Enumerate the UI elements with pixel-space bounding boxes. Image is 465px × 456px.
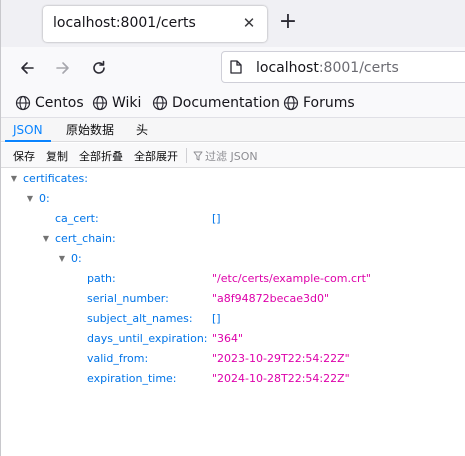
close-tab-icon[interactable]: ✕ — [239, 13, 259, 33]
bookmark-label: Wiki — [112, 95, 142, 111]
tab-raw-data[interactable]: 原始数据 — [58, 118, 122, 142]
globe-icon — [283, 95, 299, 111]
filter-json-input[interactable]: 过滤 JSON — [193, 148, 258, 164]
reload-button[interactable] — [86, 55, 112, 81]
tree-row-valid-from[interactable]: valid_from: "2023-10-29T22:54:22Z" — [1, 349, 465, 369]
json-value: "/etc/certs/example-com.crt" — [212, 272, 371, 285]
copy-button[interactable]: 复制 — [46, 148, 68, 164]
back-button[interactable] — [14, 55, 40, 81]
globe-icon — [92, 95, 108, 111]
json-key: valid_from: — [87, 352, 149, 365]
json-key: path: — [87, 272, 116, 285]
json-value: "2024-10-28T22:54:22Z" — [212, 372, 350, 385]
json-value: "2023-10-29T22:54:22Z" — [212, 352, 350, 365]
forward-arrow-icon — [56, 62, 69, 74]
tree-row-cert-chain[interactable]: ▼ cert_chain: — [1, 229, 465, 249]
expand-all-button[interactable]: 全部展开 — [134, 148, 178, 164]
tab-strip: localhost:8001/certs ✕ + — [1, 0, 465, 47]
tree-row-index-0[interactable]: ▼ 0: — [1, 189, 465, 209]
json-value: "364" — [212, 332, 244, 345]
bookmark-label: Forums — [303, 95, 355, 111]
nav-bar: localhost:8001/certs — [1, 47, 465, 88]
filter-placeholder: 过滤 JSON — [205, 150, 258, 163]
json-key: ca_cert: — [55, 212, 99, 225]
json-value: "a8f94872becae3d0" — [212, 292, 330, 305]
save-button[interactable]: 保存 — [13, 148, 35, 164]
expand-toggle-icon[interactable]: ▼ — [25, 189, 35, 209]
page-icon — [230, 60, 242, 74]
filter-icon — [193, 151, 203, 161]
bookmark-label: Documentation — [172, 95, 280, 111]
browser-tab[interactable]: localhost:8001/certs ✕ — [43, 6, 267, 42]
json-key: certificates: — [23, 172, 88, 185]
json-key: 0: — [39, 192, 50, 205]
bookmarks-bar: Centos Wiki Documentation Forums — [1, 88, 465, 118]
json-tree: ▼ certificates: ▼ 0: ca_cert: [] ▼ cert_… — [1, 168, 465, 456]
json-key: serial_number: — [87, 292, 169, 305]
expand-toggle-icon[interactable]: ▼ — [57, 249, 67, 269]
url-bar[interactable]: localhost:8001/certs — [221, 51, 465, 83]
json-key: 0: — [71, 252, 82, 265]
bookmark-forums[interactable]: Forums — [283, 93, 355, 113]
tree-row-chain-index-0[interactable]: ▼ 0: — [1, 249, 465, 269]
collapse-all-button[interactable]: 全部折叠 — [79, 148, 123, 164]
browser-window: localhost:8001/certs ✕ + localhost:8001/… — [0, 0, 465, 456]
globe-icon — [15, 95, 31, 111]
tree-row-expiration-time[interactable]: expiration_time: "2024-10-28T22:54:22Z" — [1, 369, 465, 389]
tree-row-days-until-expiration[interactable]: days_until_expiration: "364" — [1, 329, 465, 349]
expand-toggle-icon[interactable]: ▼ — [9, 169, 19, 189]
json-key: cert_chain: — [55, 232, 116, 245]
viewer-tabs: JSON 原始数据 头 — [1, 118, 465, 142]
viewer-toolbar: 保存 复制 全部折叠 全部展开 过滤 JSON — [1, 143, 465, 168]
tree-row-serial-number[interactable]: serial_number: "a8f94872becae3d0" — [1, 289, 465, 309]
tab-json[interactable]: JSON — [5, 118, 51, 142]
tab-headers[interactable]: 头 — [128, 118, 156, 142]
bookmark-documentation[interactable]: Documentation — [152, 93, 280, 113]
toolbar-divider — [186, 148, 187, 163]
tree-row-ca-cert[interactable]: ca_cert: [] — [1, 209, 465, 229]
json-key: subject_alt_names: — [87, 312, 193, 325]
url-host: localhost — [256, 60, 319, 76]
bookmark-label: Centos — [35, 95, 84, 111]
url-text: localhost:8001/certs — [256, 60, 399, 76]
json-value: [] — [212, 212, 221, 225]
tree-row-certificates[interactable]: ▼ certificates: — [1, 169, 465, 189]
reload-icon — [93, 60, 105, 74]
json-value: [] — [212, 312, 221, 325]
tree-row-subject-alt-names[interactable]: subject_alt_names: [] — [1, 309, 465, 329]
bookmark-centos[interactable]: Centos — [15, 93, 84, 113]
json-key: expiration_time: — [87, 372, 177, 385]
bookmark-wiki[interactable]: Wiki — [92, 93, 141, 113]
new-tab-button[interactable]: + — [277, 11, 299, 34]
tab-title: localhost:8001/certs — [53, 15, 196, 31]
globe-icon — [152, 95, 168, 111]
url-path: :8001/certs — [318, 60, 399, 76]
tree-row-path[interactable]: path: "/etc/certs/example-com.crt" — [1, 269, 465, 289]
back-arrow-icon — [21, 62, 34, 74]
json-key: days_until_expiration: — [87, 332, 208, 345]
forward-button[interactable] — [50, 55, 76, 81]
expand-toggle-icon[interactable]: ▼ — [41, 229, 51, 249]
